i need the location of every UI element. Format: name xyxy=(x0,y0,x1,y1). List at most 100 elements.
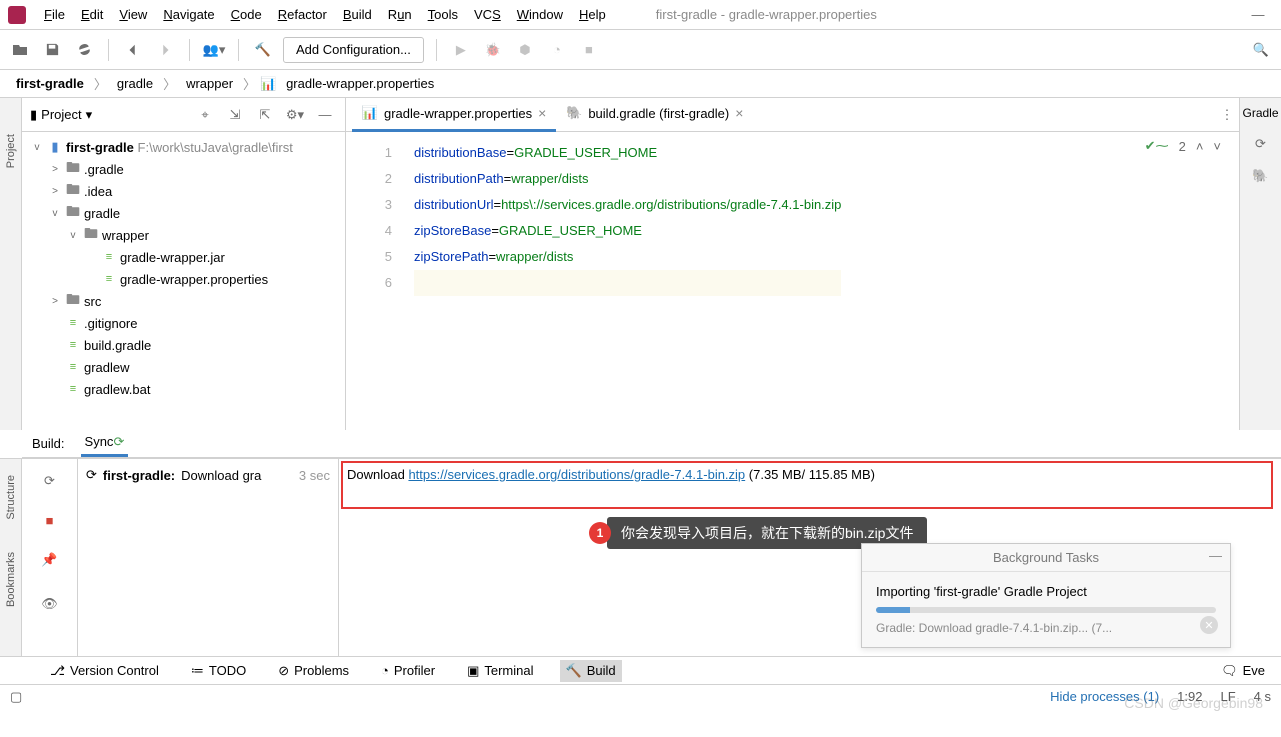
menu-file[interactable]: File xyxy=(38,5,71,24)
forward-button[interactable] xyxy=(153,38,177,62)
collapse-icon[interactable]: ⇱ xyxy=(253,103,277,127)
menu-navigate[interactable]: Navigate xyxy=(157,5,220,24)
module-icon xyxy=(47,140,63,154)
file-icon xyxy=(65,360,81,374)
gradle-icon[interactable]: 🐘 xyxy=(1249,164,1273,188)
tree-item[interactable]: >src xyxy=(22,290,345,312)
sidebar-gradle-button[interactable]: Gradle xyxy=(1242,106,1278,120)
menu-code[interactable]: Code xyxy=(225,5,268,24)
crumb-2[interactable]: wrapper xyxy=(180,74,239,93)
status-icon[interactable]: ▢ xyxy=(10,689,22,705)
tw-terminal[interactable]: ▣ Terminal xyxy=(461,660,539,682)
bottom-tool-bar: ⎇ Version Control ≔ TODO ⊘ Problems ◔ Pr… xyxy=(0,656,1281,684)
menu-edit[interactable]: Edit xyxy=(75,5,109,24)
tree-item[interactable]: >.idea xyxy=(22,180,345,202)
prev-highlight-icon[interactable]: ˄ xyxy=(1196,139,1204,154)
reload-icon[interactable]: ⟳ xyxy=(1249,132,1273,156)
breadcrumb: first-gradle〉 gradle〉 wrapper〉 📊 gradle-… xyxy=(0,70,1281,98)
vcs-update-icon[interactable]: 👥▾ xyxy=(202,38,226,62)
progress-bar xyxy=(876,607,1216,613)
menu-tools[interactable]: Tools xyxy=(422,5,464,24)
tw-problems[interactable]: ⊘ Problems xyxy=(272,660,355,682)
code-editor[interactable]: 123456 distributionBase=GRADLE_USER_HOME… xyxy=(346,132,1239,430)
save-icon[interactable] xyxy=(40,38,64,62)
pin-icon[interactable]: 📌 xyxy=(38,548,62,572)
menu-run[interactable]: Run xyxy=(382,5,418,24)
close-tab-icon[interactable]: × xyxy=(538,105,546,121)
sync-icon[interactable] xyxy=(72,38,96,62)
tree-item[interactable]: >.gradle xyxy=(22,158,345,180)
tree-item[interactable]: build.gradle xyxy=(22,334,345,356)
cancel-task-icon[interactable]: ✕ xyxy=(1200,616,1218,634)
close-tab-icon[interactable]: × xyxy=(735,105,743,121)
menu-refactor[interactable]: Refactor xyxy=(272,5,333,24)
stop-icon[interactable]: ■ xyxy=(46,513,54,528)
tree-item[interactable]: gradlew.bat xyxy=(22,378,345,400)
build-output[interactable]: Download https://services.gradle.org/dis… xyxy=(338,459,1281,656)
coverage-button[interactable]: ⬢ xyxy=(513,38,537,62)
refresh-icon[interactable]: ⟳ xyxy=(38,469,62,493)
sidebar-structure-button[interactable]: Structure xyxy=(5,469,17,526)
tw-build[interactable]: 🔨 Build xyxy=(560,660,622,682)
profile-button[interactable]: ◔ xyxy=(545,38,569,62)
menu-build[interactable]: Build xyxy=(337,5,378,24)
props-file-icon: 📊 xyxy=(260,77,276,91)
run-button[interactable]: ▶ xyxy=(449,38,473,62)
file-icon xyxy=(101,272,117,286)
tree-item[interactable]: gradlew xyxy=(22,356,345,378)
tree-item[interactable]: vgradle xyxy=(22,202,345,224)
build-tree[interactable]: ⟳ first-gradle: Download gra 3 sec xyxy=(78,459,338,656)
tab-build-gradle[interactable]: 🐘 build.gradle (first-gradle) × xyxy=(556,98,753,132)
menu-vcs[interactable]: VCS xyxy=(468,5,507,24)
debug-button[interactable]: 🐞 xyxy=(481,38,505,62)
left-tool-strip: Project xyxy=(0,98,22,430)
minimize-icon[interactable]: — xyxy=(1209,548,1222,563)
menu-view[interactable]: View xyxy=(113,5,153,24)
tree-item[interactable]: gradle-wrapper.properties xyxy=(22,268,345,290)
crumb-0[interactable]: first-gradle xyxy=(10,74,90,93)
folder-icon xyxy=(83,228,99,242)
toolbar: 👥▾ 🔨 Add Configuration... ▶ 🐞 ⬢ ◔ ■ 🔍 xyxy=(0,30,1281,70)
tw-event-log[interactable]: 🗨 Eve xyxy=(1215,660,1271,682)
settings-icon[interactable]: ⚙▾ xyxy=(283,103,307,127)
tree-item[interactable]: vwrapper xyxy=(22,224,345,246)
tab-gradle-wrapper-properties[interactable]: 📊 gradle-wrapper.properties × xyxy=(352,98,556,132)
build-task-row[interactable]: ⟳ first-gradle: Download gra 3 sec xyxy=(86,467,330,483)
sidebar-bookmarks-button[interactable]: Bookmarks xyxy=(5,546,17,613)
menubar: File Edit View Navigate Code Refactor Bu… xyxy=(0,0,1281,30)
expand-icon[interactable]: ⇲ xyxy=(223,103,247,127)
back-button[interactable] xyxy=(121,38,145,62)
tree-item[interactable]: gradle-wrapper.jar xyxy=(22,246,345,268)
hide-panel-icon[interactable]: — xyxy=(313,103,337,127)
tab-options-icon[interactable]: ⋮ xyxy=(1215,103,1239,127)
menu-window[interactable]: Window xyxy=(511,5,569,24)
menu-help[interactable]: Help xyxy=(573,5,612,24)
tree-root[interactable]: v first-gradle F:\work\stuJava\gradle\fi… xyxy=(22,136,345,158)
tree-item[interactable]: .gitignore xyxy=(22,312,345,334)
check-icon: ✔⁓ xyxy=(1145,138,1169,154)
hammer-icon[interactable]: 🔨 xyxy=(251,38,275,62)
crumb-1[interactable]: gradle xyxy=(111,74,159,93)
project-panel-title[interactable]: ▮ Project ▾ xyxy=(30,107,92,123)
watermark: CSDN @Georgebin98 xyxy=(1124,695,1263,711)
build-sync-tab[interactable]: Sync⟳ xyxy=(81,432,129,456)
editor-tabs: 📊 gradle-wrapper.properties × 🐘 build.gr… xyxy=(346,98,1239,132)
sidebar-project-button[interactable]: Project xyxy=(5,128,17,174)
target-icon[interactable]: ⌖ xyxy=(193,103,217,127)
next-highlight-icon[interactable]: ˅ xyxy=(1213,139,1221,154)
search-everywhere-icon[interactable]: 🔍 xyxy=(1249,38,1273,62)
inspection-badges[interactable]: ✔⁓2 ˄ ˅ xyxy=(1145,138,1221,154)
minimize-button[interactable]: — xyxy=(1243,7,1273,22)
run-config-button[interactable]: Add Configuration... xyxy=(283,37,424,63)
tw-version-control[interactable]: ⎇ Version Control xyxy=(44,660,165,682)
stop-button[interactable]: ■ xyxy=(577,38,601,62)
editor-area: 📊 gradle-wrapper.properties × 🐘 build.gr… xyxy=(346,98,1239,430)
folder-icon xyxy=(65,206,81,220)
tw-todo[interactable]: ≔ TODO xyxy=(185,660,252,682)
crumb-3[interactable]: gradle-wrapper.properties xyxy=(280,74,440,93)
project-tree[interactable]: v first-gradle F:\work\stuJava\gradle\fi… xyxy=(22,132,345,430)
tw-profiler[interactable]: ◔ Profiler xyxy=(375,660,441,681)
file-icon xyxy=(65,338,81,352)
view-icon[interactable]: 👁 xyxy=(38,592,62,616)
open-icon[interactable] xyxy=(8,38,32,62)
